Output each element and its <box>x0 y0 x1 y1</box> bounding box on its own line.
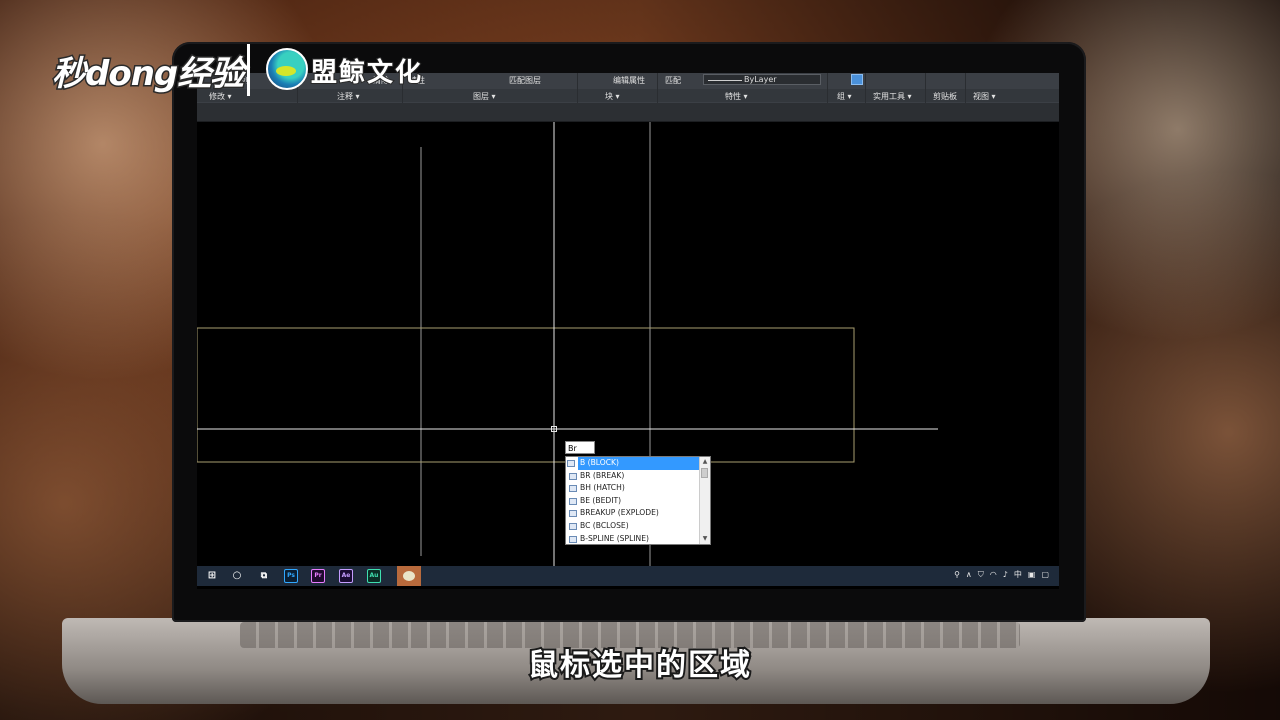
autocomplete-item-label: BC (BCLOSE) <box>580 520 629 530</box>
person-icon[interactable]: ⚲ <box>954 570 960 579</box>
command-icon <box>569 485 577 493</box>
app-icon[interactable]: ▣ <box>1028 570 1036 579</box>
autocomplete-item[interactable]: B-SPLINE (SPLINE) <box>566 533 710 544</box>
ribbon-panel-8[interactable]: 视图 ▾ <box>973 91 996 102</box>
whale-logo-icon <box>266 48 308 90</box>
video-subtitle: 鼠标选中的区域 <box>526 646 752 685</box>
autocomplete-item[interactable]: BE (BEDIT) <box>566 495 710 508</box>
autocomplete-item-label: BR (BREAK) <box>580 470 625 480</box>
command-icon <box>569 497 577 505</box>
ribbon-command-5[interactable]: 匹配 <box>665 75 681 86</box>
autocomplete-item-label: BH (HATCH) <box>580 483 625 493</box>
ribbon-panel-6[interactable]: 实用工具 ▾ <box>873 91 912 102</box>
command-input[interactable]: Br <box>565 441 595 454</box>
autocomplete-item-label: B-SPLINE (SPLINE) <box>580 533 649 543</box>
ribbon-panel-1[interactable]: 注释 ▾ <box>337 91 360 102</box>
search-icon[interactable]: ○ <box>230 569 244 583</box>
linetype-dropdown[interactable]: ByLayer <box>703 74 821 85</box>
windows-taskbar: ⊞ ○ ⧉ Ps Pr Ae Au ⚲ ∧ ⛉ ◠ ♪ 中 ▣ ▢ <box>197 566 1059 586</box>
task-view-icon[interactable]: ⧉ <box>257 569 271 583</box>
brand-name: 盟鲸文化 <box>310 57 424 89</box>
volume-icon[interactable]: ♪ <box>1003 570 1008 579</box>
system-tray: ⚲ ∧ ⛉ ◠ ♪ 中 ▣ ▢ <box>948 569 1049 583</box>
logo-divider <box>247 44 250 96</box>
ribbon-panel-4[interactable]: 特性 ▾ <box>725 91 748 102</box>
notification-icon[interactable]: ▢ <box>1041 570 1049 579</box>
ribbon-panel-2[interactable]: 图层 ▾ <box>473 91 496 102</box>
command-icon <box>569 510 577 518</box>
quick-select-icon[interactable] <box>851 74 863 85</box>
command-icon <box>569 535 577 543</box>
autocomplete-item[interactable]: BREAKUP (EXPLODE) <box>566 507 710 520</box>
ribbon-command-3[interactable]: 匹配图层 <box>509 75 541 86</box>
ribbon-panels-row: 修改 ▾ 注释 ▾ 图层 ▾ 块 ▾ 特性 ▾ 组 ▾ 实用工具 ▾ 剪贴板 视图 ▾ <box>197 89 1059 102</box>
autocomplete-item[interactable]: B (BLOCK) <box>567 457 710 470</box>
scroll-up-icon[interactable]: ▲ <box>700 457 710 467</box>
command-icon <box>567 460 575 467</box>
file-tab-strip <box>197 103 1059 122</box>
autocomplete-item[interactable]: BH (HATCH) <box>566 482 710 495</box>
ribbon-panel-3[interactable]: 块 ▾ <box>605 91 620 102</box>
ime-icon[interactable]: 中 <box>1014 569 1022 580</box>
autocomplete-item-label: BE (BEDIT) <box>580 495 622 505</box>
laptop-screen: 阵列 清除 特性 匹配图层 编辑属性 匹配 修改 ▾ 注释 ▾ 图层 ▾ 块 ▾ 特性 ▾ 组 ▾ 实… <box>197 73 1059 589</box>
miaodong-logo: 秒dong经验 <box>50 53 245 96</box>
linetype-value: ByLayer <box>744 75 777 84</box>
command-icon <box>569 472 577 480</box>
autocad-taskbar-icon[interactable] <box>397 566 421 586</box>
photoshop-icon[interactable]: Ps <box>284 569 298 583</box>
ribbon-command-4[interactable]: 编辑属性 <box>613 75 645 86</box>
autocomplete-item[interactable]: BR (BREAK) <box>566 470 710 483</box>
autocomplete-scrollbar[interactable]: ▲ ▼ <box>699 457 710 544</box>
premiere-icon[interactable]: Pr <box>311 569 325 583</box>
command-icon <box>569 522 577 530</box>
scroll-down-icon[interactable]: ▼ <box>700 534 710 544</box>
wifi-icon[interactable]: ◠ <box>990 570 997 579</box>
windows-start-icon[interactable]: ⊞ <box>205 569 219 583</box>
after-effects-icon[interactable]: Ae <box>339 569 353 583</box>
drawing-rectangle <box>197 327 855 463</box>
audition-icon[interactable]: Au <box>367 569 381 583</box>
chevron-up-icon[interactable]: ∧ <box>966 570 972 579</box>
autocomplete-item-label: B (BLOCK) <box>580 458 619 467</box>
ribbon-panel-5[interactable]: 组 ▾ <box>837 91 852 102</box>
scroll-thumb[interactable] <box>701 468 708 478</box>
linetype-preview-icon <box>708 80 742 81</box>
autocomplete-item-label: BREAKUP (EXPLODE) <box>580 508 659 518</box>
ribbon-panel-7[interactable]: 剪贴板 <box>933 91 957 102</box>
autocomplete-item[interactable]: BC (BCLOSE) <box>566 520 710 533</box>
shield-icon[interactable]: ⛉ <box>978 570 984 580</box>
command-autocomplete-list: B (BLOCK) BR (BREAK) BH (HATCH) BE (BEDIT) B… <box>565 456 711 545</box>
